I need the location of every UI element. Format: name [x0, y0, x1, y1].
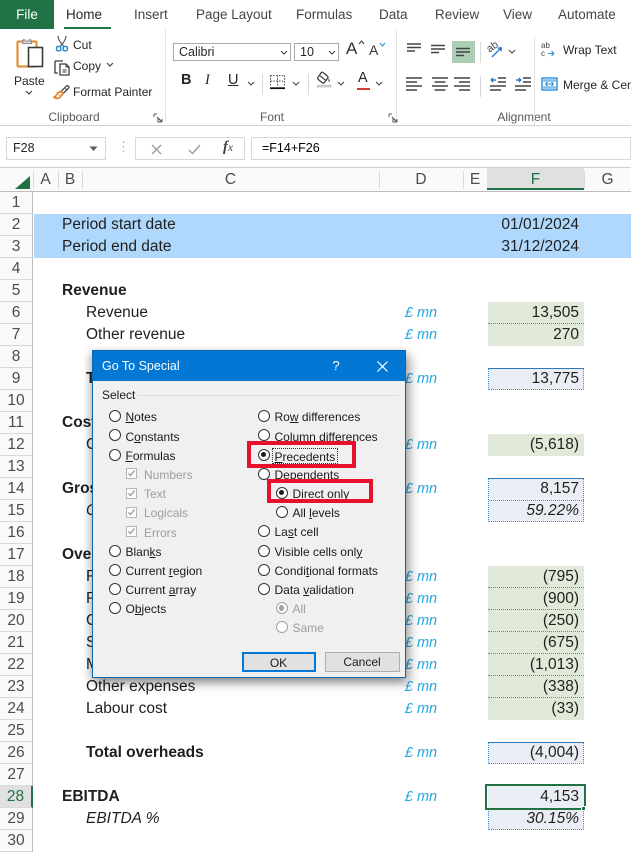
svg-text:c: c	[541, 49, 545, 57]
